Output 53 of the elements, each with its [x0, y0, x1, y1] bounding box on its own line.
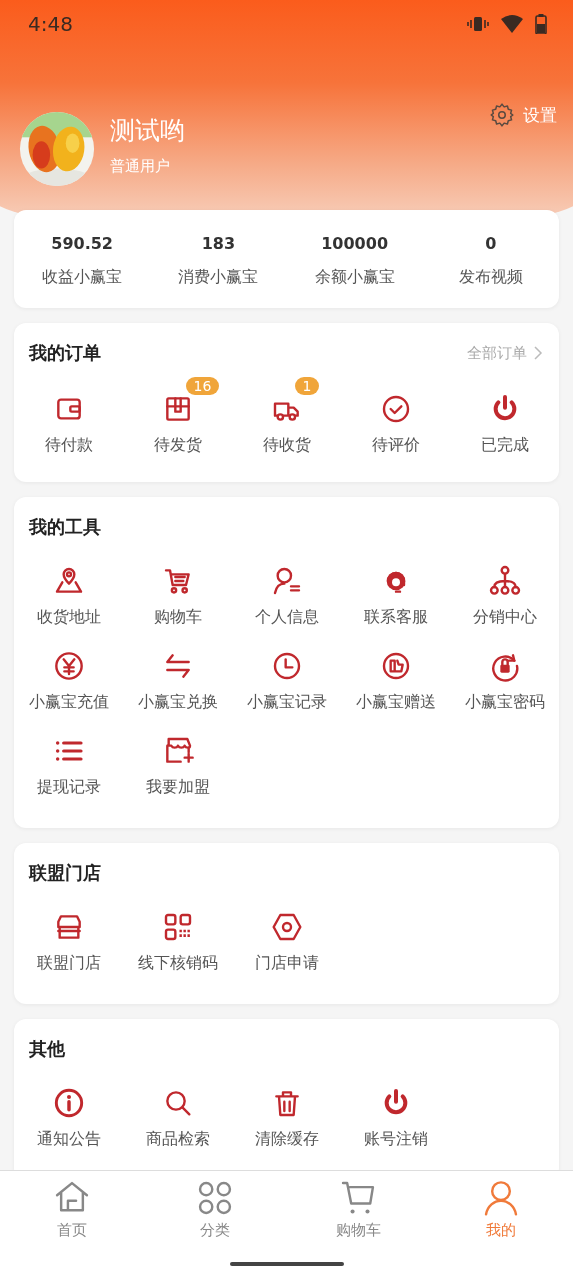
menu-item[interactable]: 分销中心: [450, 565, 559, 628]
stat-value: 183: [201, 234, 236, 253]
menu-item[interactable]: 小赢宝密码: [450, 650, 559, 713]
info-icon: [52, 1087, 85, 1119]
menu-item[interactable]: 门店申请: [232, 911, 341, 974]
user-name: 测试哟: [110, 115, 186, 147]
tab[interactable]: 分类: [143, 1179, 287, 1240]
stat-label: 余额小赢宝: [314, 267, 395, 288]
hexagon-nut-icon: [270, 911, 303, 943]
menu-item[interactable]: 账号注销: [341, 1087, 450, 1150]
battery-icon: [535, 14, 547, 34]
menu-item[interactable]: 提现记录: [14, 735, 123, 798]
menu-item[interactable]: 线下核销码: [123, 911, 232, 974]
section-title: 联盟门店: [29, 861, 101, 885]
menu-item[interactable]: 小赢宝记录: [232, 650, 341, 713]
tab[interactable]: 首页: [0, 1179, 144, 1240]
user-level: 普通用户: [110, 157, 171, 176]
yen-circle-icon: [52, 650, 85, 682]
section-title: 我的订单: [29, 341, 101, 365]
menu-item[interactable]: 收货地址: [14, 565, 123, 628]
section-title: 其他: [29, 1037, 65, 1061]
order-status-button[interactable]: 待评价: [341, 377, 450, 456]
stat-value: 0: [485, 234, 497, 253]
section-title: 我的工具: [29, 515, 101, 539]
stat-label: 收益小赢宝: [42, 267, 123, 288]
menu-item[interactable]: 小赢宝赠送: [341, 650, 450, 713]
menu-item[interactable]: 通知公告: [14, 1087, 123, 1150]
wifi-icon: [501, 15, 523, 33]
menu-item[interactable]: 小赢宝充值: [14, 650, 123, 713]
menu-item[interactable]: 商品检索: [123, 1087, 232, 1150]
count-badge: 1: [294, 377, 320, 395]
stat-value: 100000: [321, 234, 388, 253]
order-status-button[interactable]: 待付款: [14, 377, 123, 456]
stat-value: 590.52: [51, 234, 113, 253]
order-status-button[interactable]: 待收货 1: [232, 377, 341, 456]
status-time: 4:48: [28, 12, 73, 36]
menu-item[interactable]: 我要加盟: [123, 735, 232, 798]
menu-item[interactable]: 联系客服: [341, 565, 450, 628]
menu-item[interactable]: 清除缓存: [232, 1087, 341, 1150]
tab[interactable]: 购物车: [286, 1179, 430, 1240]
menu-item[interactable]: 个人信息: [232, 565, 341, 628]
count-badge: 16: [185, 377, 220, 395]
menu-item[interactable]: 小赢宝兑换: [123, 650, 232, 713]
order-status-button[interactable]: 待发货 16: [123, 377, 232, 456]
vibrate-icon: [467, 16, 489, 32]
stat-label: 发布视频: [458, 267, 523, 288]
order-status-button[interactable]: 已完成: [450, 377, 559, 456]
menu-item[interactable]: 联盟门店: [14, 911, 123, 974]
stat-label: 消费小赢宝: [178, 267, 259, 288]
network-icon: [488, 565, 521, 597]
settings-icon: [489, 102, 515, 128]
chevron-right-icon: [533, 345, 543, 361]
menu-item[interactable]: 购物车: [123, 565, 232, 628]
